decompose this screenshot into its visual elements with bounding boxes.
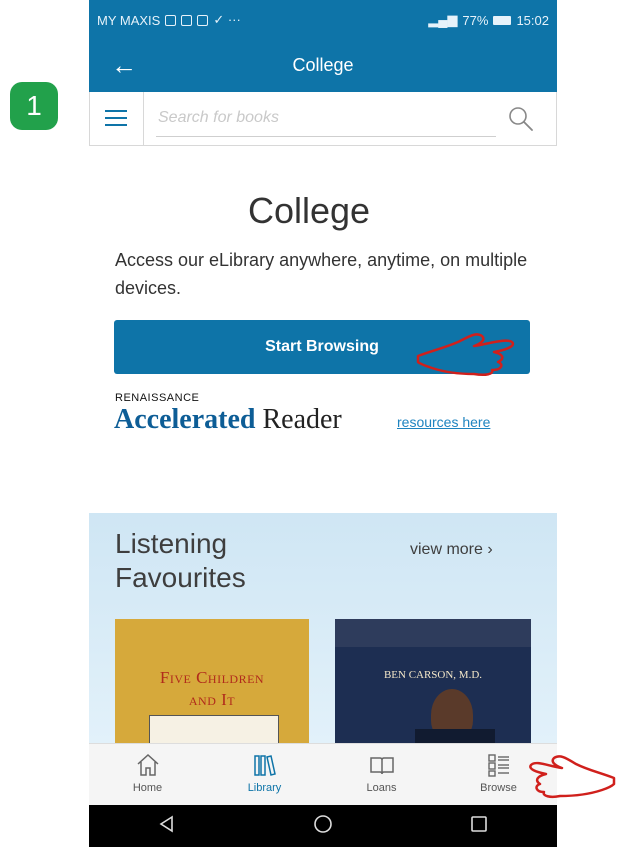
library-icon [253, 755, 276, 776]
nav-label: Library [247, 782, 282, 794]
android-nav-bar [89, 805, 557, 847]
recents-square-icon[interactable] [470, 815, 488, 838]
pointing-hand-icon [529, 755, 616, 799]
battery-percent: 77% [462, 12, 489, 28]
view-more-link[interactable]: view more › [410, 541, 493, 559]
book-title: Five Children and It [115, 667, 309, 711]
status-right: ▂▄▆ 77% 15:02 [428, 12, 549, 28]
status-left: MY MAXIS ✓ ··· [97, 12, 241, 28]
notification-icon [181, 14, 193, 26]
bottom-nav: Home Library Loans Browse [89, 743, 557, 806]
accelerated-reader-logo: Accelerated Reader [114, 404, 342, 436]
book-icon [369, 757, 394, 775]
book-title-line: and It [188, 690, 236, 709]
carrier-label: MY MAXIS [97, 12, 161, 28]
menu-line [105, 110, 127, 112]
menu-line [105, 117, 127, 119]
book-header-stripe [335, 619, 531, 647]
resources-link[interactable]: resources here [397, 414, 490, 430]
book-author: BEN CARSON, M.D. [383, 669, 483, 681]
pointing-hand-icon [416, 333, 515, 377]
author-portrait-suit [415, 729, 495, 743]
app-bar: ← College [89, 40, 557, 92]
hamburger-menu-icon[interactable] [90, 92, 144, 145]
home-circle-icon[interactable] [313, 814, 333, 839]
logo-reader: Reader [262, 404, 342, 435]
renaissance-brand: RENAISSANCE [115, 392, 200, 404]
page-title: College [247, 190, 371, 231]
section-title: Listening Favourites [115, 527, 246, 595]
search-icon[interactable] [506, 104, 536, 134]
search-input[interactable] [156, 100, 496, 137]
list-icon [487, 754, 509, 777]
notification-icon [165, 14, 177, 26]
view-more-label: view more [410, 541, 483, 558]
more-icon: ✓ ··· [213, 12, 241, 27]
battery-icon [493, 15, 512, 25]
search-bar [89, 92, 557, 146]
signal-icon: ▂▄▆ [428, 12, 458, 27]
logo-accelerated: Accelerated [114, 404, 256, 435]
notification-icon [197, 14, 209, 26]
section-title-line: Listening [115, 528, 228, 559]
nav-label: Loans [366, 782, 397, 794]
nav-item-home[interactable]: Home [89, 744, 206, 806]
section-title-line: Favourites [115, 562, 246, 593]
book-illustration [149, 715, 279, 743]
home-icon [136, 753, 159, 776]
book-title-line: Five Children [159, 668, 265, 687]
book-cover[interactable]: BEN CARSON, M.D. [335, 619, 531, 743]
back-triangle-icon[interactable] [158, 815, 176, 838]
nav-item-loans[interactable]: Loans [323, 744, 440, 806]
clock: 15:02 [516, 12, 549, 28]
chevron-right-icon: › [487, 541, 493, 558]
nav-item-library[interactable]: Library [206, 744, 323, 806]
book-cover[interactable]: Five Children and It [115, 619, 309, 743]
listening-favourites-section: Listening Favourites view more › Five Ch… [89, 513, 557, 743]
tagline: Access our eLibrary anywhere, anytime, o… [115, 250, 528, 298]
step-number-badge: 1 [10, 82, 58, 130]
nav-label: Home [132, 782, 163, 794]
menu-line [105, 124, 127, 126]
app-title: College [292, 55, 354, 75]
status-bar: MY MAXIS ✓ ··· ▂▄▆ 77% 15:02 [89, 0, 557, 40]
